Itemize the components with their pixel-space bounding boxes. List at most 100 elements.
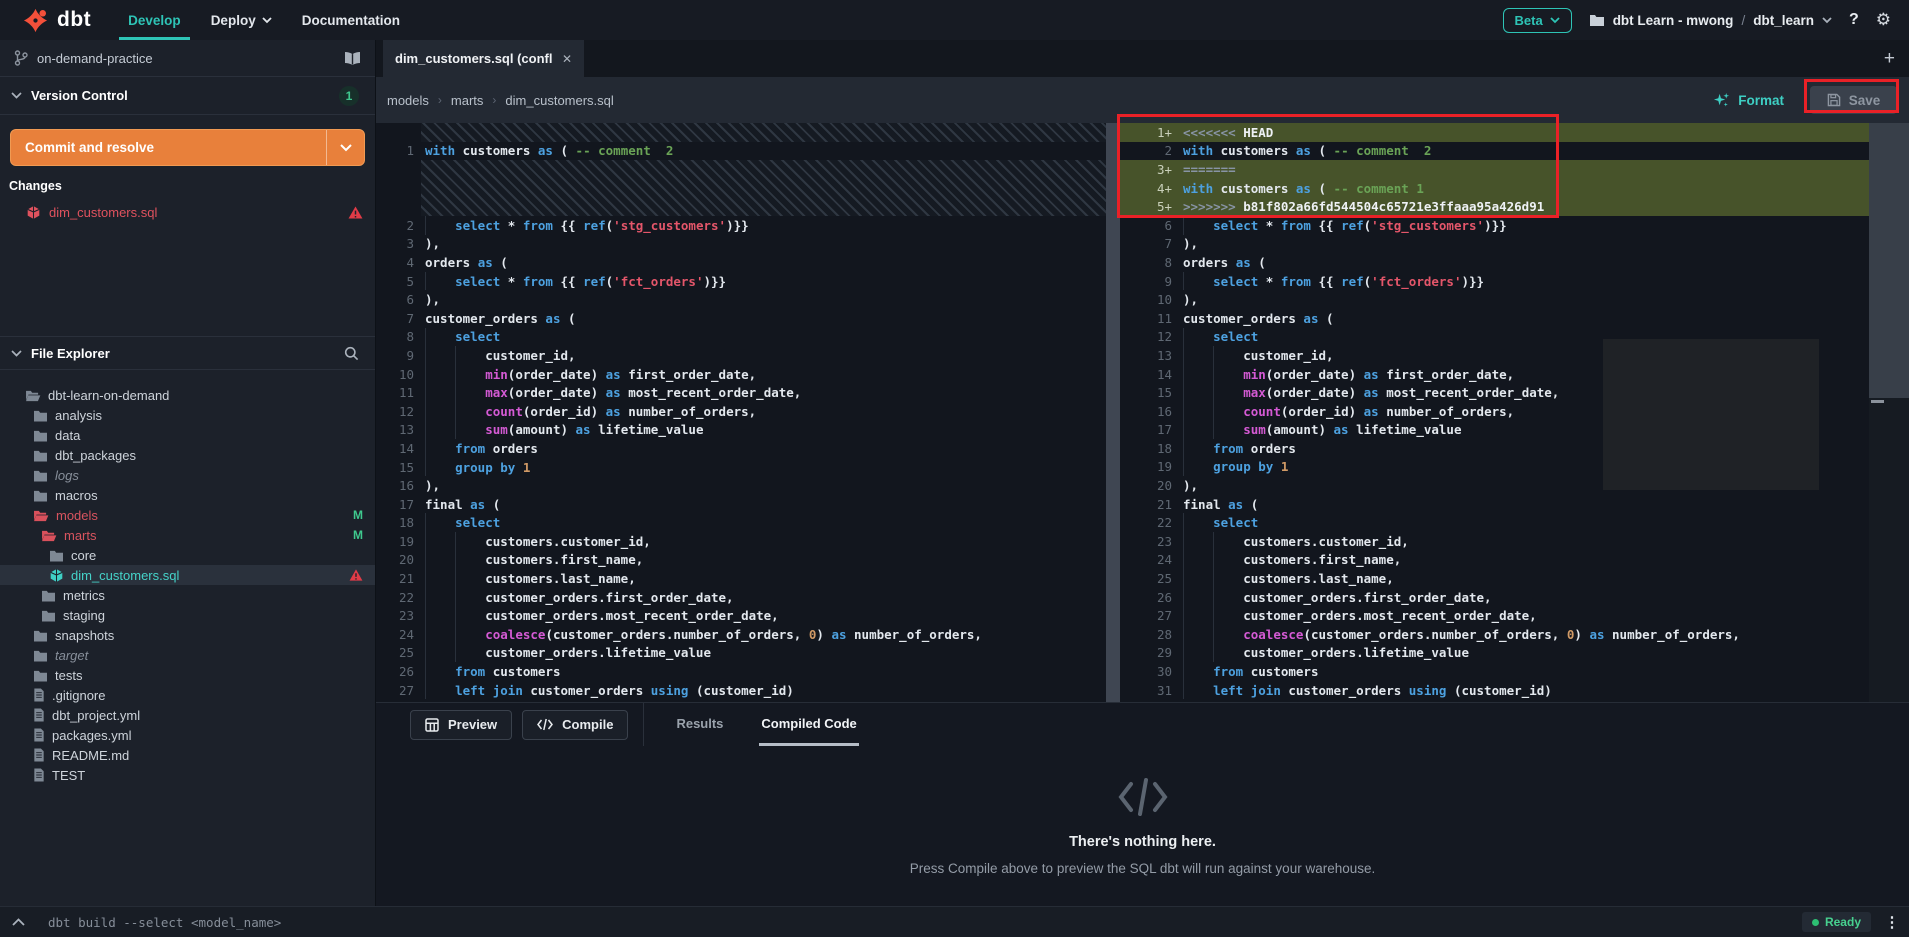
tree-item-dim-customers-sql[interactable]: dim_customers.sql xyxy=(0,565,375,585)
tree-item-data[interactable]: data xyxy=(0,425,375,445)
line-number: 12 xyxy=(376,404,414,419)
tree-item-logs[interactable]: logs xyxy=(0,465,375,485)
code-line: 24 coalesce(customer_orders.number_of_or… xyxy=(376,625,1106,644)
tree-item--gitignore[interactable]: .gitignore xyxy=(0,685,375,705)
tree-item-staging[interactable]: staging xyxy=(0,605,375,625)
dbt-logo[interactable]: dbt xyxy=(0,0,91,40)
scrollbar-thumb[interactable] xyxy=(1869,123,1909,398)
tab-results[interactable]: Results xyxy=(674,703,725,746)
tree-item-dbt-packages[interactable]: dbt_packages xyxy=(0,445,375,465)
chevron-up-icon[interactable] xyxy=(0,918,36,926)
new-tab-plus-icon[interactable]: + xyxy=(1884,40,1895,77)
tree-item-dbt-learn-on-demand[interactable]: dbt-learn-on-demand xyxy=(0,385,375,405)
tree-item-metrics[interactable]: metrics xyxy=(0,585,375,605)
line-number: 12 xyxy=(1120,329,1172,344)
code-line: 27 customer_orders.most_recent_order_dat… xyxy=(1120,606,1869,625)
left-editor-scrollbar[interactable] xyxy=(1106,123,1120,702)
tree-item-packages-yml[interactable]: packages.yml xyxy=(0,725,375,745)
tree-item-label: TEST xyxy=(52,768,85,783)
code-line: 27 left join customer_orders using (cust… xyxy=(376,681,1106,700)
compile-button[interactable]: Compile xyxy=(522,710,628,740)
top-nav: dbt DevelopDeploy Documentation Beta dbt … xyxy=(0,0,1909,40)
line-number: 5 xyxy=(376,274,414,289)
tab-dim-customers[interactable]: dim_customers.sql (confli... ✕ xyxy=(383,40,584,77)
breadcrumb-item[interactable]: marts xyxy=(451,93,484,108)
code-line: 2 select * from {{ ref('stg_customers')}… xyxy=(376,216,1106,235)
nav-item-documentation[interactable]: Documentation xyxy=(287,0,415,40)
breadcrumb-separator: › xyxy=(492,93,496,107)
indent-guide xyxy=(425,662,426,681)
tree-item-marts[interactable]: martsM xyxy=(0,525,375,545)
tree-item-snapshots[interactable]: snapshots xyxy=(0,625,375,645)
code-line: 5+>>>>>>> b81f802a66fd544504c65721e3ffaa… xyxy=(1120,197,1869,216)
line-number: 27 xyxy=(1120,608,1172,623)
breadcrumb-item[interactable]: models xyxy=(387,93,429,108)
editor-pane-left[interactable]: 1with customers as ( -- comment 2 2 selec… xyxy=(376,123,1106,702)
kebab-menu-icon[interactable]: ⋮ xyxy=(1881,913,1903,931)
folder-icon xyxy=(41,589,56,602)
right-editor-scrollbar[interactable] xyxy=(1869,123,1909,702)
tree-item-models[interactable]: modelsM xyxy=(0,505,375,525)
dark-overlay-box xyxy=(1603,339,1819,490)
code-line: 4orders as ( xyxy=(376,253,1106,272)
indent-guide xyxy=(455,421,456,440)
tab-compiled-code[interactable]: Compiled Code xyxy=(759,703,858,746)
breadcrumb-item[interactable]: dim_customers.sql xyxy=(505,93,613,108)
file-explorer-header[interactable]: File Explorer xyxy=(0,336,375,370)
folder-icon xyxy=(49,549,64,562)
commit-dropdown-toggle[interactable] xyxy=(326,130,364,165)
code-line: 1with customers as ( -- comment 2 xyxy=(376,142,1106,161)
folder-open-icon xyxy=(25,389,41,402)
line-number: 19 xyxy=(1120,459,1172,474)
tree-item-dbt-project-yml[interactable]: dbt_project.yml xyxy=(0,705,375,725)
line-number: 9 xyxy=(376,348,414,363)
preview-button[interactable]: Preview xyxy=(410,710,512,740)
code-line: 25 customers.last_name, xyxy=(1120,569,1869,588)
tree-item-readme-md[interactable]: README.md xyxy=(0,745,375,765)
help-icon[interactable]: ? xyxy=(1849,11,1859,29)
project-selector[interactable]: dbt Learn - mwong / dbt_learn xyxy=(1589,13,1832,28)
tree-item-macros[interactable]: macros xyxy=(0,485,375,505)
code-line: 8 select xyxy=(376,328,1106,347)
search-icon[interactable] xyxy=(344,346,359,361)
tree-item-tests[interactable]: tests xyxy=(0,665,375,685)
branch-selector[interactable]: on-demand-practice xyxy=(0,40,375,77)
line-number: 31 xyxy=(1120,683,1172,698)
commit-and-resolve-button[interactable]: Commit and resolve xyxy=(10,129,365,166)
beta-dropdown[interactable]: Beta xyxy=(1503,8,1572,33)
tree-item-core[interactable]: core xyxy=(0,545,375,565)
format-button[interactable]: Format xyxy=(1713,92,1784,109)
indent-guide xyxy=(1213,551,1214,570)
nav-item-develop[interactable]: Develop xyxy=(113,0,196,40)
path-separator: / xyxy=(1741,13,1745,28)
nav-label: Documentation xyxy=(302,13,400,28)
code-line: 22 select xyxy=(1120,513,1869,532)
version-control-header[interactable]: Version Control 1 xyxy=(0,77,375,115)
code-line: 22 customer_orders.first_order_date, xyxy=(376,588,1106,607)
tree-item-label: dim_customers.sql xyxy=(71,568,179,583)
indent-guide xyxy=(1183,662,1184,681)
close-icon[interactable]: ✕ xyxy=(562,52,572,66)
results-panel: Preview Compile Results Compiled Code xyxy=(376,702,1909,906)
changed-file-item[interactable]: dim_customers.sql xyxy=(0,202,375,223)
docs-book-icon[interactable] xyxy=(344,51,361,65)
gear-icon[interactable]: ⚙ xyxy=(1876,10,1891,30)
tree-item-target[interactable]: target xyxy=(0,645,375,665)
indent-guide xyxy=(455,644,456,663)
indent-guide xyxy=(425,328,426,347)
command-input[interactable]: dbt build --select <model_name> xyxy=(48,915,281,930)
indent-guide xyxy=(455,383,456,402)
format-label: Format xyxy=(1738,93,1784,108)
tree-item-label: packages.yml xyxy=(52,728,131,743)
tree-item-analysis[interactable]: analysis xyxy=(0,405,375,425)
nav-item-deploy[interactable]: Deploy xyxy=(196,0,287,40)
save-button[interactable]: Save xyxy=(1810,86,1897,114)
indent-guide xyxy=(455,606,456,625)
commit-button-label: Commit and resolve xyxy=(11,130,326,165)
preview-grid-icon xyxy=(425,718,439,732)
line-number: 26 xyxy=(376,664,414,679)
conflict-warning-icon xyxy=(349,569,363,581)
file-icon xyxy=(33,688,45,702)
tree-item-test[interactable]: TEST xyxy=(0,765,375,785)
indent-guide xyxy=(1213,588,1214,607)
